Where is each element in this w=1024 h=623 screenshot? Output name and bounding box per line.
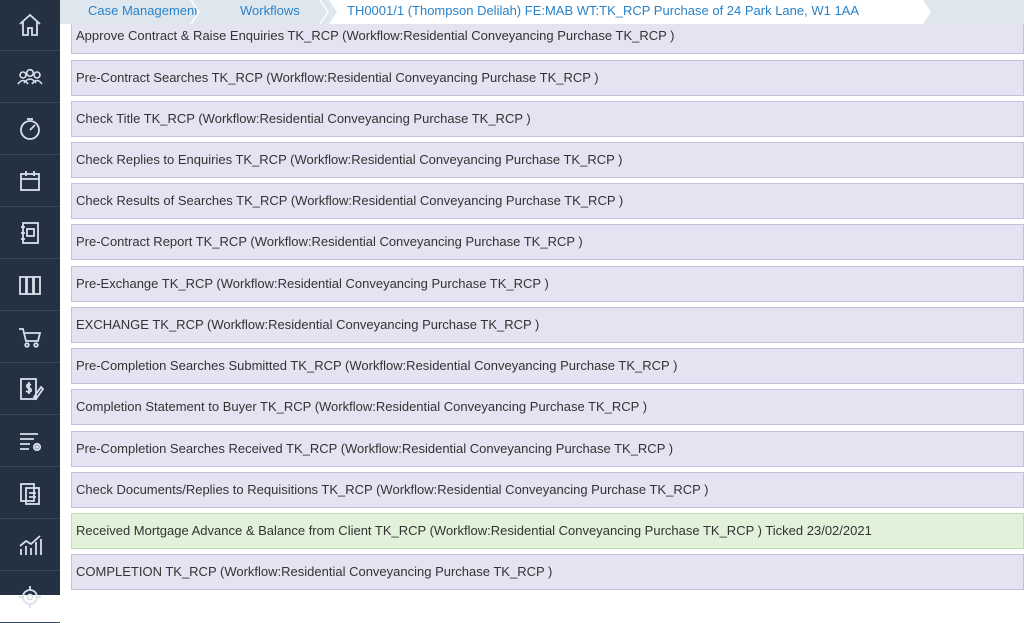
- task-label: Pre-Contract Report TK_RCP (Workflow:Res…: [76, 234, 583, 249]
- breadcrumb-separator-icon: [319, 0, 329, 24]
- task-row[interactable]: Approve Contract & Raise Enquiries TK_RC…: [71, 24, 1024, 54]
- task-label: Pre-Contract Searches TK_RCP (Workflow:R…: [76, 70, 599, 85]
- task-label: Completion Statement to Buyer TK_RCP (Wo…: [76, 399, 648, 414]
- task-row[interactable]: Pre-Contract Report TK_RCP (Workflow:Res…: [71, 224, 1024, 260]
- people-icon[interactable]: [0, 52, 60, 103]
- library-icon[interactable]: [0, 260, 60, 311]
- task-label: Received Mortgage Advance & Balance from…: [76, 523, 872, 538]
- breadcrumb-current-matter[interactable]: TH0001/1 (Thompson Delilah) FE:MAB WT:TK…: [347, 0, 859, 24]
- task-row[interactable]: Pre-Completion Searches Submitted TK_RCP…: [71, 348, 1024, 384]
- sidebar: [0, 0, 60, 623]
- billing-icon[interactable]: [0, 364, 60, 415]
- task-row[interactable]: Pre-Exchange TK_RCP (Workflow:Residentia…: [71, 266, 1024, 302]
- task-row[interactable]: Completion Statement to Buyer TK_RCP (Wo…: [71, 389, 1024, 425]
- task-row[interactable]: Pre-Contract Searches TK_RCP (Workflow:R…: [71, 60, 1024, 96]
- task-label: Check Replies to Enquiries TK_RCP (Workf…: [76, 152, 623, 167]
- task-label: Pre-Completion Searches Received TK_RCP …: [76, 441, 674, 456]
- home-icon[interactable]: [0, 0, 60, 51]
- task-label: Pre-Completion Searches Submitted TK_RCP…: [76, 358, 678, 373]
- task-row[interactable]: COMPLETION TK_RCP (Workflow:Residential …: [71, 554, 1024, 590]
- task-label: EXCHANGE TK_RCP (Workflow:Residential Co…: [76, 317, 540, 332]
- task-label: Check Title TK_RCP (Workflow:Residential…: [76, 111, 531, 126]
- task-row[interactable]: Check Documents/Replies to Requisitions …: [71, 472, 1024, 508]
- task-row[interactable]: Check Replies to Enquiries TK_RCP (Workf…: [71, 142, 1024, 178]
- gear-icon[interactable]: [0, 572, 60, 623]
- task-label: Approve Contract & Raise Enquiries TK_RC…: [76, 28, 675, 43]
- task-row[interactable]: Pre-Completion Searches Received TK_RCP …: [71, 431, 1024, 467]
- breadcrumb-case-management[interactable]: Case Management: [88, 0, 198, 24]
- task-label: Check Results of Searches TK_RCP (Workfl…: [76, 193, 624, 208]
- task-row-ticked[interactable]: Received Mortgage Advance & Balance from…: [71, 513, 1024, 549]
- task-row[interactable]: Check Title TK_RCP (Workflow:Residential…: [71, 101, 1024, 137]
- calendar-icon[interactable]: [0, 156, 60, 207]
- breadcrumb: Case Management Workflows TH0001/1 (Thom…: [60, 0, 1024, 24]
- dashboard-icon[interactable]: [0, 104, 60, 155]
- documents-icon[interactable]: [0, 468, 60, 519]
- reports-icon[interactable]: [0, 520, 60, 571]
- workflow-task-list: Approve Contract & Raise Enquiries TK_RC…: [60, 24, 1024, 595]
- cart-icon[interactable]: [0, 312, 60, 363]
- breadcrumb-workflows[interactable]: Workflows: [240, 0, 300, 24]
- task-row[interactable]: EXCHANGE TK_RCP (Workflow:Residential Co…: [71, 307, 1024, 343]
- address-book-icon[interactable]: [0, 208, 60, 259]
- task-label: Check Documents/Replies to Requisitions …: [76, 482, 709, 497]
- task-label: COMPLETION TK_RCP (Workflow:Residential …: [76, 564, 553, 579]
- task-label: Pre-Exchange TK_RCP (Workflow:Residentia…: [76, 276, 549, 291]
- task-row[interactable]: Check Results of Searches TK_RCP (Workfl…: [71, 183, 1024, 219]
- settings-list-icon[interactable]: [0, 416, 60, 467]
- breadcrumb-separator-icon: [190, 0, 200, 24]
